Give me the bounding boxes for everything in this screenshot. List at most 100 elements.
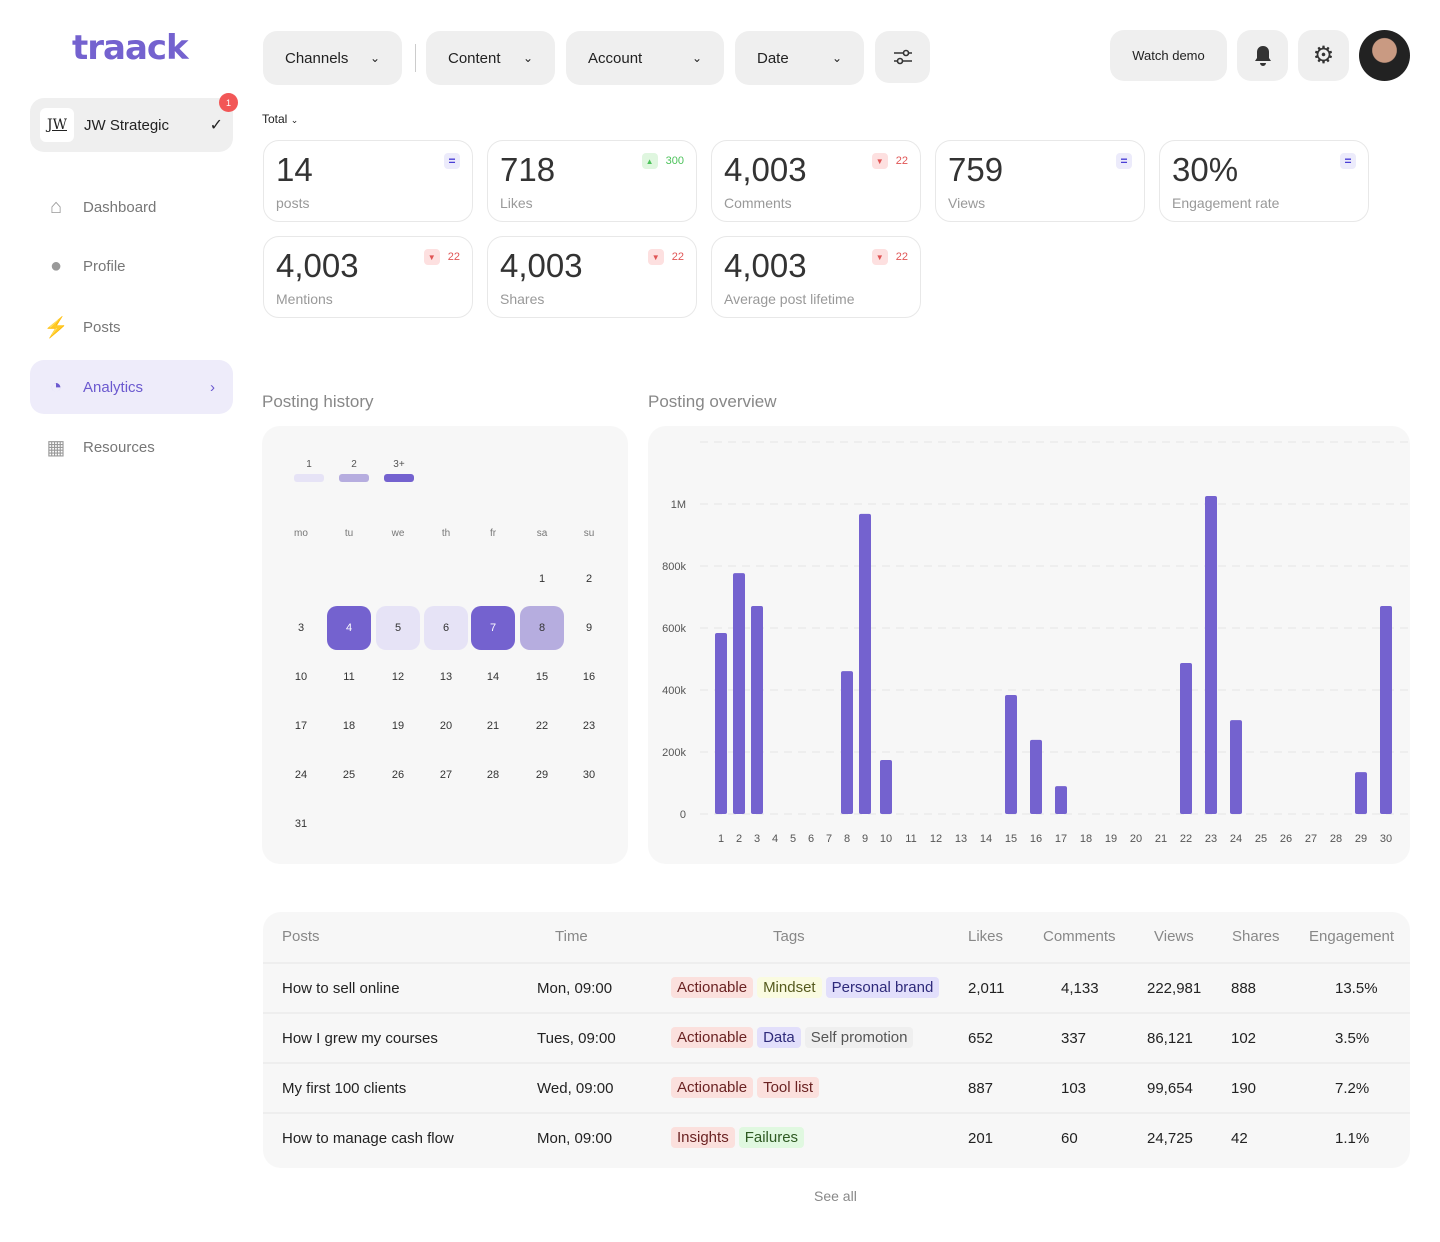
cell-shares: 888 [1231,980,1257,997]
column-header[interactable]: Engagement [1309,928,1394,945]
tag: Personal brand [825,977,940,998]
x-tick-label: 24 [1230,833,1242,845]
y-tick-label: 200k [662,747,686,759]
cell-comments: 60 [1061,1130,1078,1147]
column-header[interactable]: Posts [282,928,320,945]
cell-shares: 102 [1231,1030,1257,1047]
x-tick-label: 16 [1030,833,1042,845]
bar [1055,786,1067,814]
cell-time: Wed, 09:00 [537,1080,614,1097]
cell-shares: 190 [1231,1080,1257,1097]
bar [859,513,871,814]
x-tick-label: 5 [790,833,796,845]
x-tick-label: 2 [736,833,742,845]
x-tick-label: 23 [1205,833,1217,845]
cell-shares: 42 [1231,1130,1248,1147]
cell-time: Tues, 09:00 [537,1030,616,1047]
bar [733,573,745,814]
x-tick-label: 3 [754,833,760,845]
x-tick-label: 4 [772,833,778,845]
tag: Tool list [757,1077,820,1098]
tags-cell: Insights Failures [671,1127,808,1148]
table-row[interactable]: How to manage cash flow Mon, 09:00 201 60 24… [263,1112,1410,1162]
tag: Self promotion [804,1027,914,1048]
x-tick-label: 7 [826,833,832,845]
tags-cell: Actionable Data Self promotion [671,1027,917,1048]
x-tick-label: 1 [718,833,724,845]
column-header[interactable]: Time [555,928,588,945]
cell-post: How to manage cash flow [282,1130,454,1147]
tag: Actionable [671,977,754,998]
cell-post: How I grew my courses [282,1030,438,1047]
tag: Actionable [671,1077,754,1098]
bar [715,632,727,814]
y-tick-label: 1M [671,499,686,511]
x-tick-label: 6 [808,833,814,845]
x-tick-label: 27 [1305,833,1317,845]
cell-likes: 201 [968,1130,994,1147]
x-tick-label: 9 [862,833,868,845]
x-tick-label: 19 [1105,833,1117,845]
cell-eng: 13.5% [1335,980,1378,997]
column-header[interactable]: Shares [1232,928,1280,945]
x-tick-label: 18 [1080,833,1092,845]
column-header[interactable]: Tags [773,928,805,945]
x-tick-label: 28 [1330,833,1342,845]
bar [880,760,892,814]
column-header[interactable]: Comments [1043,928,1116,945]
table-row[interactable]: My first 100 clients Wed, 09:00 887 103 99,6… [263,1062,1410,1112]
bar-chart: 0200k400k600k800k1M1 2 3 4 5 6 7 8 9 10 11 12 13 14 15… [662,441,1408,845]
y-tick-label: 600k [662,623,686,635]
bar [1380,605,1392,814]
cell-comments: 103 [1061,1080,1087,1097]
bar [1205,495,1217,814]
x-tick-label: 10 [880,833,892,845]
x-tick-label: 12 [930,833,942,845]
tag: Mindset [757,977,822,998]
bar [1005,694,1017,814]
bar [1180,663,1192,814]
x-tick-label: 22 [1180,833,1192,845]
cell-views: 99,654 [1147,1080,1193,1097]
x-tick-label: 13 [955,833,967,845]
x-tick-label: 29 [1355,833,1367,845]
tag: Insights [671,1127,735,1148]
column-header[interactable]: Likes [968,928,1003,945]
bar [1230,720,1242,814]
y-tick-label: 0 [680,809,686,821]
tags-cell: Actionable Tool list [671,1077,823,1098]
cell-time: Mon, 09:00 [537,1130,613,1147]
y-tick-label: 800k [662,561,686,573]
table-row[interactable]: How to sell online Mon, 09:00 2,011 4,133 22… [263,962,1410,1012]
x-tick-label: 25 [1255,833,1267,845]
cell-likes: 887 [968,1080,994,1097]
x-tick-label: 21 [1155,833,1167,845]
see-all-link[interactable]: See all [814,1188,857,1204]
tag: Actionable [671,1027,754,1048]
tag: Failures [738,1127,805,1148]
bar [751,605,763,814]
y-tick-label: 400k [662,685,686,697]
cell-post: My first 100 clients [282,1080,407,1097]
cell-likes: 652 [968,1030,994,1047]
x-tick-label: 26 [1280,833,1292,845]
x-tick-label: 11 [905,833,916,845]
cell-post: How to sell online [282,980,400,997]
x-tick-label: 17 [1055,833,1067,845]
bar [1355,772,1367,814]
cell-views: 222,981 [1147,980,1202,997]
bar [1030,739,1042,814]
tag: Data [757,1027,801,1048]
cell-views: 86,121 [1147,1030,1193,1047]
cell-comments: 4,133 [1061,980,1099,997]
x-tick-label: 14 [980,833,992,845]
cell-views: 24,725 [1147,1130,1193,1147]
column-header[interactable]: Views [1154,928,1194,945]
table-row[interactable]: How I grew my courses Tues, 09:00 652 337 86… [263,1012,1410,1062]
bar [841,671,853,814]
tags-cell: Actionable Mindset Personal brand [671,977,943,998]
x-tick-label: 20 [1130,833,1142,845]
x-tick-label: 15 [1005,833,1017,845]
cell-comments: 337 [1061,1030,1087,1047]
x-tick-label: 8 [844,833,850,845]
